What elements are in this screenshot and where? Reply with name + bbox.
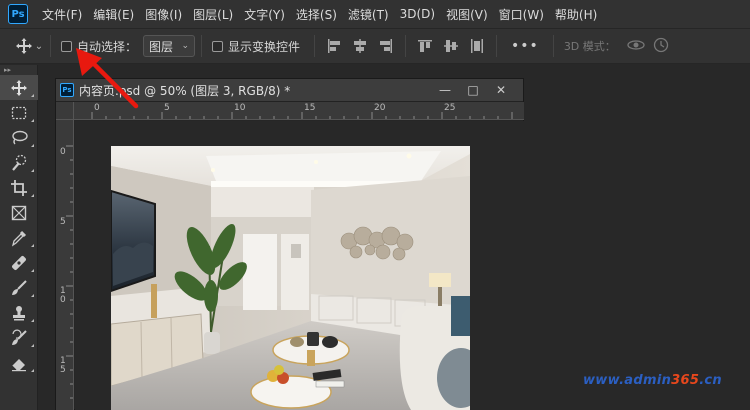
menu-3d[interactable]: 3D(D) <box>400 7 435 21</box>
tool-rect-marquee[interactable] <box>0 100 38 125</box>
align-group <box>321 35 490 57</box>
frame-icon <box>11 205 27 220</box>
eyedropper-icon <box>11 230 27 246</box>
move-icon <box>15 38 32 54</box>
ruler-label: 0 <box>60 147 66 157</box>
eraser-icon <box>11 358 26 371</box>
align-left-edges-button[interactable] <box>323 35 345 57</box>
menu-select[interactable]: 选择(S) <box>296 6 337 23</box>
auto-select-target-value: 图层 <box>149 39 174 54</box>
3d-mode-label: 3D 模式： <box>563 40 616 53</box>
align-bottom-icon <box>471 39 484 53</box>
auto-select-target-dropdown[interactable]: 图层 ⌄ <box>143 35 196 57</box>
tool-history-brush[interactable] <box>0 325 38 350</box>
menu-file[interactable]: 文件(F) <box>42 6 82 23</box>
ruler-label: 5 <box>164 103 170 113</box>
menu-view[interactable]: 视图(V) <box>446 6 488 23</box>
tool-healing-brush[interactable] <box>0 250 38 275</box>
align-horizontal-centers-button[interactable] <box>349 35 371 57</box>
quick-select-icon <box>12 154 27 171</box>
watermark-suffix: .cn <box>699 373 722 388</box>
align-top-icon <box>418 40 433 52</box>
tool-move[interactable] <box>0 75 38 100</box>
divider <box>314 35 316 57</box>
tool-quick-select[interactable] <box>0 150 38 175</box>
ruler-label: 15 <box>304 103 316 113</box>
ruler-label: 20 <box>374 103 386 113</box>
minimize-button[interactable]: — <box>431 81 459 99</box>
watermark-prefix: www.admin <box>582 373 672 388</box>
align-left-icon <box>328 39 341 53</box>
align-vertical-centers-button[interactable] <box>440 35 462 57</box>
menu-image[interactable]: 图像(I) <box>145 6 182 23</box>
divider <box>496 35 498 57</box>
tools-panel: ▸▸ <box>0 65 38 410</box>
brush-icon <box>12 279 27 295</box>
menu-help[interactable]: 帮助(H) <box>555 6 597 23</box>
align-right-icon <box>380 39 393 53</box>
maximize-button[interactable]: □ <box>459 81 487 99</box>
align-right-edges-button[interactable] <box>375 35 397 57</box>
site-watermark: www.admin365.cn <box>583 373 722 388</box>
align-bottom-edges-button[interactable] <box>466 35 488 57</box>
3d-orbit-icon <box>627 39 645 50</box>
healing-icon <box>12 255 26 270</box>
watermark-number: 365 <box>671 373 700 388</box>
tool-eyedropper[interactable] <box>0 225 38 250</box>
stamp-icon <box>13 305 25 320</box>
chevron-down-icon: ⌄ <box>34 40 44 52</box>
collapse-panel-icon[interactable]: ▸▸ <box>0 65 37 75</box>
ruler-label: 10 <box>234 103 246 113</box>
3d-roll-button[interactable] <box>652 36 670 57</box>
menu-edit[interactable]: 编辑(E) <box>93 6 134 23</box>
show-transform-label: 显示变换控件 <box>228 39 301 54</box>
align-top-edges-button[interactable] <box>414 35 436 57</box>
3d-orbit-button[interactable] <box>626 37 646 56</box>
tool-frame[interactable] <box>0 200 38 225</box>
divider <box>50 35 51 57</box>
canvas-area[interactable] <box>75 121 524 410</box>
vertical-ruler[interactable]: 0 5 1 0 1 5 <box>56 120 74 410</box>
divider <box>552 35 554 57</box>
living-room-render <box>111 146 470 410</box>
window-controls: — □ ✕ <box>431 81 515 99</box>
annotation-arrow <box>76 48 139 109</box>
align-hcenter-icon <box>354 39 367 53</box>
3d-roll-icon <box>653 37 668 52</box>
ruler-label: 5 <box>60 217 66 227</box>
align-vcenter-icon <box>444 40 459 52</box>
tool-clone-stamp[interactable] <box>0 300 38 325</box>
document-image[interactable] <box>111 146 470 410</box>
menu-type[interactable]: 文字(Y) <box>244 6 285 23</box>
close-button[interactable]: ✕ <box>487 81 515 99</box>
chevron-down-icon: ⌄ <box>181 41 190 51</box>
tool-lasso[interactable] <box>0 125 38 150</box>
menu-filter[interactable]: 滤镜(T) <box>348 6 389 23</box>
divider <box>201 35 203 57</box>
crop-icon <box>11 179 27 196</box>
history-brush-icon <box>12 329 27 345</box>
photoshop-logo-icon[interactable]: Ps <box>8 4 28 24</box>
ruler-label: 1 5 <box>60 356 66 375</box>
more-options-button[interactable]: ••• <box>511 38 539 54</box>
ruler-label: 1 0 <box>60 286 66 305</box>
tool-eraser[interactable] <box>0 350 38 375</box>
marquee-icon <box>11 106 27 119</box>
show-transform-checkbox[interactable] <box>212 40 224 52</box>
tool-preset-picker[interactable]: ⌄ <box>14 31 44 61</box>
tool-brush[interactable] <box>0 275 38 300</box>
move-icon <box>11 79 27 96</box>
ruler-label: 25 <box>444 103 456 113</box>
document-window: Ps 内容页.psd @ 50% (图层 3, RGB/8) * — □ ✕ 0… <box>55 78 524 410</box>
menu-bar: Ps 文件(F) 编辑(E) 图像(I) 图层(L) 文字(Y) 选择(S) 滤… <box>0 0 750 28</box>
menu-window[interactable]: 窗口(W) <box>499 6 544 23</box>
divider <box>405 35 407 57</box>
lasso-icon <box>12 130 28 144</box>
tool-crop[interactable] <box>0 175 38 200</box>
menu-layer[interactable]: 图层(L) <box>193 6 233 23</box>
